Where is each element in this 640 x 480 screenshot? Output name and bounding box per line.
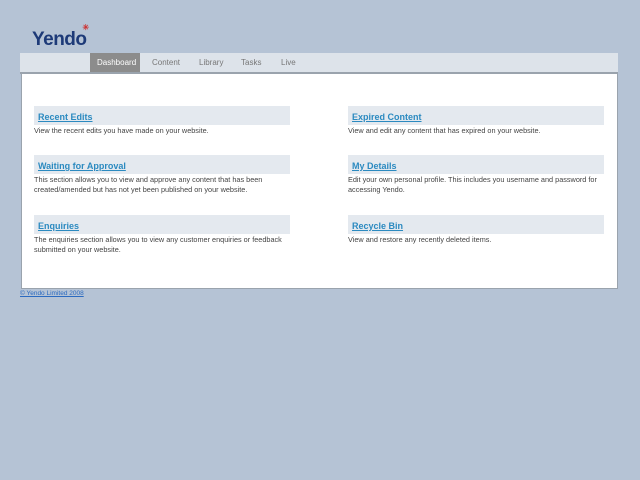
dashboard-panel: Recent Edits View the recent edits you h… (21, 73, 618, 289)
section-my-details: My Details Edit your own personal profil… (348, 155, 604, 195)
section-description: View the recent edits you have made on y… (34, 126, 209, 135)
section-expired-content: Expired Content View and edit any conten… (348, 106, 604, 136)
main-nav: Dashboard Content Library Tasks Live (20, 53, 618, 74)
section-recent-edits: Recent Edits View the recent edits you h… (34, 106, 290, 136)
tab-tasks[interactable]: Tasks (234, 53, 268, 72)
section-description: This section allows you to view and appr… (34, 175, 263, 194)
copyright-link[interactable]: © Yendo Limited 2008 (20, 290, 84, 297)
section-waiting-for-approval: Waiting for Approval This section allows… (34, 155, 290, 195)
recycle-bin-link[interactable]: Recycle Bin (352, 221, 403, 231)
section-description: View and edit any content that has expir… (348, 126, 541, 135)
section-description: The enquiries section allows you to view… (34, 235, 282, 254)
section-description: View and restore any recently deleted it… (348, 235, 492, 244)
waiting-for-approval-link[interactable]: Waiting for Approval (38, 161, 126, 171)
tab-library[interactable]: Library (192, 53, 230, 72)
tab-dashboard[interactable]: Dashboard (90, 53, 140, 72)
tab-content[interactable]: Content (145, 53, 187, 72)
section-enquiries: Enquiries The enquiries section allows y… (34, 215, 290, 255)
logo-mark-icon: ✳ (82, 23, 89, 32)
section-description: Edit your own personal profile. This inc… (348, 175, 597, 194)
my-details-link[interactable]: My Details (352, 161, 397, 171)
tab-live[interactable]: Live (274, 53, 303, 72)
section-recycle-bin: Recycle Bin View and restore any recentl… (348, 215, 604, 245)
recent-edits-link[interactable]: Recent Edits (38, 112, 93, 122)
expired-content-link[interactable]: Expired Content (352, 112, 422, 122)
yendo-logo: Yendo ✳ (32, 23, 89, 50)
enquiries-link[interactable]: Enquiries (38, 221, 79, 231)
